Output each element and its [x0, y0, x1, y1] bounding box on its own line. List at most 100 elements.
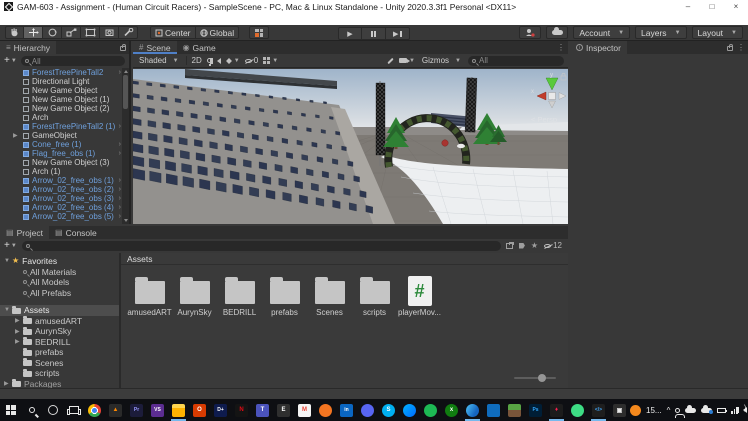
taskbar-app-unity[interactable]: ▣ [609, 399, 630, 421]
thumbnail-zoom-slider[interactable] [514, 374, 556, 382]
lock-icon[interactable] [120, 46, 126, 51]
play-button[interactable]: ▶ [338, 27, 362, 40]
asset-item[interactable]: Scenes [307, 273, 352, 317]
hierarchy-item[interactable]: ▶ New Game Object (2) › [0, 104, 122, 113]
project-tree-item[interactable]: ▶ AurynSky [0, 326, 119, 337]
scene-search[interactable] [468, 56, 564, 66]
taskbar-app-photoshop[interactable]: Ps [525, 399, 546, 421]
hierarchy-item[interactable]: ▶ GameObject › [0, 131, 122, 140]
onedrive-icon[interactable] [685, 408, 696, 413]
project-tree-item[interactable]: All Prefabs [0, 288, 119, 299]
hierarchy-item[interactable]: ▶ Arrow_02_free_obs (1) › [0, 176, 122, 185]
hierarchy-item[interactable]: ▶ ForestTreePineTall2 › [0, 68, 122, 77]
package-filter-icon[interactable] [506, 243, 513, 249]
taskbar-app-teams[interactable]: T [252, 399, 273, 421]
asset-item[interactable]: prefabs [262, 273, 307, 317]
project-tree-item[interactable]: All Materials [0, 267, 119, 278]
hierarchy-item[interactable]: ▶ Arrow_02_free_obs (2) › [0, 185, 122, 194]
scene-camera-dropdown[interactable]: ▼ [399, 58, 415, 64]
tab-console[interactable]: ▤Console [49, 226, 103, 239]
tab-inspector[interactable]: iInspector [570, 41, 627, 54]
taskbar-app-gmail[interactable]: M [294, 399, 315, 421]
asset-item[interactable]: # playerMov... [397, 273, 442, 317]
asset-item[interactable]: AurynSky [172, 273, 217, 317]
project-tree-item[interactable]: All Models [0, 277, 119, 288]
volume-icon[interactable] [743, 407, 747, 413]
taskbar-app-skype[interactable]: S [378, 399, 399, 421]
grid-snap-button[interactable] [249, 26, 269, 39]
effects-dropdown[interactable]: ▼ [226, 58, 240, 64]
scene-tools-button[interactable] [387, 60, 394, 62]
maximize-button[interactable]: □ [700, 0, 724, 13]
taskbar-search-button[interactable] [21, 399, 42, 421]
hierarchy-item[interactable]: ▶ New Game Object (1) › [0, 95, 122, 104]
expander-icon[interactable]: ▶ [13, 132, 18, 139]
project-tree-item[interactable]: ▶ amusedART [0, 316, 119, 327]
expander-icon[interactable]: ▼ [4, 307, 9, 313]
taskbar-app-chrome[interactable] [84, 399, 105, 421]
minimize-button[interactable]: – [676, 0, 700, 13]
hierarchy-item[interactable]: ▶ New Game Object (3) › [0, 158, 122, 167]
create-asset-button[interactable]: +▼ [4, 241, 17, 251]
hand-tool-button[interactable] [5, 26, 24, 39]
taskbar-app-opera-gx[interactable]: ♦ [546, 399, 567, 421]
move-tool-button[interactable] [24, 26, 43, 39]
project-tree-item[interactable]: prefabs [0, 347, 119, 358]
rotate-tool-button[interactable] [43, 26, 62, 39]
account-dropdown[interactable]: Account▼ [573, 26, 630, 39]
taskbar-app-vlc[interactable]: ▲ [105, 399, 126, 421]
asset-item[interactable]: scripts [352, 273, 397, 317]
space-toggle-button[interactable]: Global [196, 26, 240, 39]
collab-debug-button[interactable] [519, 26, 541, 39]
cortana-button[interactable] [42, 399, 63, 421]
asset-item[interactable]: amusedART [127, 273, 172, 317]
taskbar-app-file-explorer[interactable] [168, 399, 189, 421]
pause-button[interactable] [362, 27, 386, 40]
start-button[interactable] [0, 399, 21, 421]
taskbar-app-messenger[interactable] [399, 399, 420, 421]
expander-icon[interactable]: ▶ [15, 328, 20, 335]
cloud-button[interactable] [546, 26, 568, 39]
notification-count[interactable]: 15... [646, 406, 662, 415]
cloud-sync-icon[interactable] [701, 408, 712, 413]
tray-expand-icon[interactable]: ^ [667, 406, 671, 415]
close-button[interactable]: × [724, 0, 748, 13]
taskbar-app-netflix[interactable]: N [231, 399, 252, 421]
gizmos-dropdown[interactable]: Gizmos▼ [420, 56, 463, 65]
notification-app-icon[interactable] [630, 405, 641, 416]
tab-scene[interactable]: #Scene [133, 41, 177, 54]
scroll-up-icon[interactable] [124, 70, 128, 73]
hierarchy-search[interactable] [21, 56, 125, 66]
grid-visibility-dropdown[interactable]: ▼ [263, 57, 278, 64]
taskbar-app-android-studio[interactable] [567, 399, 588, 421]
transform-tool-button[interactable] [100, 26, 119, 39]
hierarchy-item[interactable]: ▶ Arrow_02_free_obs (4) › [0, 203, 122, 212]
audio-toggle-button[interactable] [217, 58, 221, 64]
tab-project[interactable]: ▤Project [0, 226, 49, 239]
hierarchy-item[interactable]: ▶ New Game Object › [0, 86, 122, 95]
asset-item[interactable]: BEDRILL [217, 273, 262, 317]
project-tree-item[interactable] [0, 298, 119, 305]
tab-game[interactable]: ◉Game [177, 41, 222, 54]
project-tree-item[interactable]: ▶ BEDRILL [0, 337, 119, 348]
scene-3d-canvas[interactable]: y x < Persp [133, 69, 568, 224]
label-filter-icon[interactable] [519, 243, 525, 249]
taskbar-app-visual-studio[interactable]: VS [147, 399, 168, 421]
custom-tool-button[interactable] [119, 26, 138, 39]
slider-knob[interactable] [538, 374, 546, 382]
layout-dropdown[interactable]: Layout▼ [692, 26, 743, 39]
perspective-label[interactable]: < Persp [531, 115, 557, 124]
taskbar-app-premiere[interactable]: Pr [126, 399, 147, 421]
hidden-objects-button[interactable]: 0 [245, 56, 258, 65]
taskbar-app-xbox[interactable]: x [441, 399, 462, 421]
project-tree-item[interactable]: ▼ Assets [0, 305, 119, 316]
taskbar-app-disney-plus[interactable]: D+ [210, 399, 231, 421]
tab-hierarchy[interactable]: ≡Hierarchy [0, 41, 56, 54]
project-tree-item[interactable]: ▼ ★ Favorites [0, 256, 119, 267]
pivot-toggle-button[interactable]: Center [150, 26, 196, 39]
2d-toggle-button[interactable]: 2D [192, 56, 202, 65]
project-search[interactable] [22, 241, 501, 251]
taskbar-app-edge[interactable] [462, 399, 483, 421]
hierarchy-item[interactable]: ▶ Arch › [0, 113, 122, 122]
panel-menu-icon[interactable]: ⋮ [737, 43, 745, 52]
